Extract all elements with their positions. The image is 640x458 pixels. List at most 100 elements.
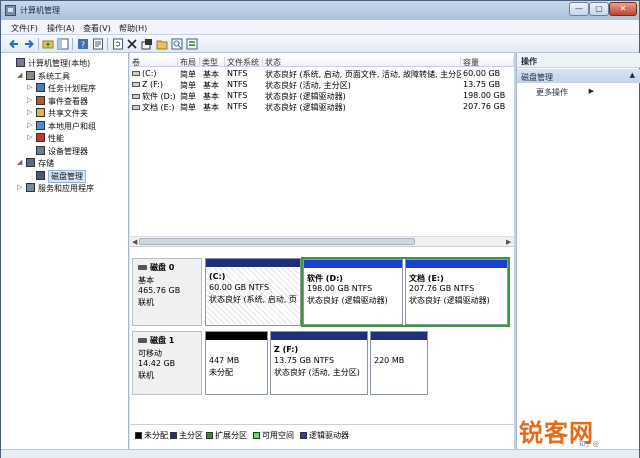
expand-icon[interactable]: ▷ xyxy=(27,83,32,91)
refresh-icon[interactable] xyxy=(112,38,124,50)
expand-icon[interactable]: ▷ xyxy=(27,121,32,129)
cell-vol: 文档 (E:) xyxy=(132,102,178,113)
properties-icon[interactable] xyxy=(92,38,104,50)
window-title: 计算机管理 xyxy=(20,6,60,15)
delete-icon[interactable] xyxy=(126,38,138,50)
partition-bar xyxy=(206,259,300,267)
legend: 未分配 主分区 扩展分区 可用空间 逻辑驱动器 xyxy=(130,424,514,449)
disk-name: 磁盘 1 xyxy=(150,336,175,345)
expand-icon[interactable]: ▷ xyxy=(27,133,32,141)
expand-icon[interactable]: ▷ xyxy=(17,183,22,191)
event-icon xyxy=(36,95,45,105)
close-button[interactable]: ✕ xyxy=(609,2,637,16)
expand-icon[interactable]: ◢ xyxy=(17,158,22,166)
column-layout[interactable]: 布局 xyxy=(178,57,200,67)
up-folder-icon[interactable] xyxy=(42,38,54,50)
title-bar[interactable]: 计算机管理 — ▢ ✕ xyxy=(1,1,639,20)
partition-bar xyxy=(206,332,267,340)
menu-action[interactable]: 操作(A) xyxy=(47,23,75,34)
legend-swatch xyxy=(253,432,260,439)
tree-item-label: 磁盘管理 xyxy=(48,169,86,183)
column-filesystem[interactable]: 文件系统 xyxy=(225,57,263,67)
disk-state: 联机 xyxy=(138,298,154,307)
legend-item: 逻辑驱动器 xyxy=(300,430,349,441)
table-row[interactable]: 文档 (E:) 简单 基本 NTFS 状态良好 (逻辑驱动器) 207.76 GB xyxy=(130,101,514,112)
column-capacity[interactable]: 容量 xyxy=(461,57,514,67)
menu-help[interactable]: 帮助(H) xyxy=(119,23,147,34)
partition-status: 状态良好 (逻辑驱动器) xyxy=(307,296,388,305)
tree-item-label: 事件查看器 xyxy=(48,96,88,106)
partition-size: 447 MB xyxy=(209,356,240,365)
svg-text:?: ? xyxy=(81,41,85,50)
partition-bar xyxy=(406,260,507,268)
scroll-right-icon[interactable]: ▶ xyxy=(506,238,511,246)
expand-icon[interactable]: ▷ xyxy=(27,108,32,116)
disk-type: 可移动 xyxy=(138,349,162,358)
actions-pane: 操作 磁盘管理 ▲ 更多操作 ▶ xyxy=(516,53,640,449)
maximize-button[interactable]: ▢ xyxy=(589,2,609,16)
tree-item-label: 性能 xyxy=(48,134,64,143)
export-icon[interactable] xyxy=(141,38,153,50)
legend-swatch xyxy=(300,432,307,439)
forward-icon[interactable] xyxy=(23,38,35,50)
expand-icon[interactable]: ◢ xyxy=(17,71,22,79)
menu-view[interactable]: 查看(V) xyxy=(83,23,111,34)
back-icon[interactable] xyxy=(8,38,20,50)
performance-icon xyxy=(36,133,45,142)
show-tree-icon[interactable] xyxy=(57,38,69,50)
unallocated-space[interactable]: 447 MB 未分配 xyxy=(205,331,268,395)
partition-f[interactable]: Z (F:) 13.75 GB NTFS 状态良好 (活动, 主分区) xyxy=(270,331,368,395)
partition-title: 文档 (E:) xyxy=(409,274,444,283)
actions-section-disk-management[interactable]: 磁盘管理 ▲ xyxy=(517,69,640,83)
menu-file[interactable]: 文件(F) xyxy=(11,23,38,34)
search-icon[interactable] xyxy=(171,38,183,50)
cell-fs: NTFS xyxy=(227,91,248,100)
partition-c[interactable]: (C:) 60.00 GB NTFS 状态良好 (系统, 启动, 页 xyxy=(205,258,301,326)
volume-icon xyxy=(132,105,140,110)
disk-size: 14.42 GB xyxy=(138,359,176,368)
scroll-left-icon[interactable]: ◀ xyxy=(132,238,137,246)
open-icon[interactable] xyxy=(156,38,168,50)
actions-section-label: 磁盘管理 xyxy=(521,73,553,82)
legend-item: 主分区 xyxy=(170,430,203,441)
expand-icon[interactable]: ▷ xyxy=(27,96,32,104)
column-volume[interactable]: 卷 xyxy=(130,57,178,67)
disk-1-label[interactable]: 磁盘 1 可移动 14.42 GB 联机 xyxy=(132,331,202,395)
tools-icon xyxy=(26,70,35,80)
table-row[interactable]: 软件 (D:) 简单 基本 NTFS 状态良好 (逻辑驱动器) 198.00 GB xyxy=(130,90,514,101)
partition-size: 198.00 GB NTFS xyxy=(307,284,373,293)
partition-bar xyxy=(271,332,367,340)
horizontal-scrollbar[interactable]: ◀ ▶ xyxy=(130,236,514,246)
partition-e[interactable]: 文档 (E:) 207.76 GB NTFS 状态良好 (逻辑驱动器) xyxy=(405,259,508,325)
tree-item-label: 存储 xyxy=(38,159,54,168)
partition-220mb[interactable]: 220 MB xyxy=(370,331,428,395)
partition-status: 状态良好 (系统, 启动, 页 xyxy=(209,295,297,304)
minimize-button[interactable]: — xyxy=(569,2,589,16)
actions-header: 操作 xyxy=(517,53,640,68)
tree-item-label: 系统工具 xyxy=(38,71,70,81)
table-row[interactable]: (C:) 简单 基本 NTFS 状态良好 (系统, 启动, 页面文件, 活动, 故障转储… xyxy=(130,68,514,79)
navigation-tree: 计算机管理(本地) ◢ 系统工具 ▷ 任务计划程序 ▷ 事件查看器 ▷ 共享文件夹 ▷ 本地用户和组… xyxy=(1,53,129,449)
disk-icon xyxy=(36,170,45,180)
column-type[interactable]: 类型 xyxy=(200,57,225,67)
disk-icon[interactable] xyxy=(186,38,198,50)
tree-item-label: 任务计划程序 xyxy=(48,84,96,93)
legend-swatch xyxy=(135,432,142,439)
column-status[interactable]: 状态 xyxy=(263,57,461,67)
volume-list-header: 卷 布局 类型 文件系统 状态 容量 xyxy=(130,56,514,67)
submenu-arrow-icon: ▶ xyxy=(588,87,594,95)
partition-d[interactable]: 软件 (D:) 198.00 GB NTFS 状态良好 (逻辑驱动器) xyxy=(303,259,403,325)
scrollbar-thumb[interactable] xyxy=(139,238,415,245)
table-row[interactable]: Z (F:) 简单 基本 NTFS 状态良好 (活动, 主分区) 13.75 GB xyxy=(130,79,514,90)
volume-icon xyxy=(132,82,140,87)
help-icon[interactable]: ? xyxy=(77,38,89,50)
more-actions-link[interactable]: 更多操作 ▶ xyxy=(536,87,594,98)
collapse-icon[interactable]: ▲ xyxy=(630,71,635,79)
tree-item-label: 本地用户和组 xyxy=(48,121,96,131)
menu-bar: 文件(F) 操作(A) 查看(V) 帮助(H) xyxy=(1,20,639,35)
computer-icon xyxy=(16,58,25,67)
users-icon xyxy=(36,120,45,130)
cell-vol: Z (F:) xyxy=(132,80,178,89)
disk-0-label[interactable]: 磁盘 0 基本 465.76 GB 联机 xyxy=(132,258,202,326)
disk-state: 联机 xyxy=(138,371,154,380)
